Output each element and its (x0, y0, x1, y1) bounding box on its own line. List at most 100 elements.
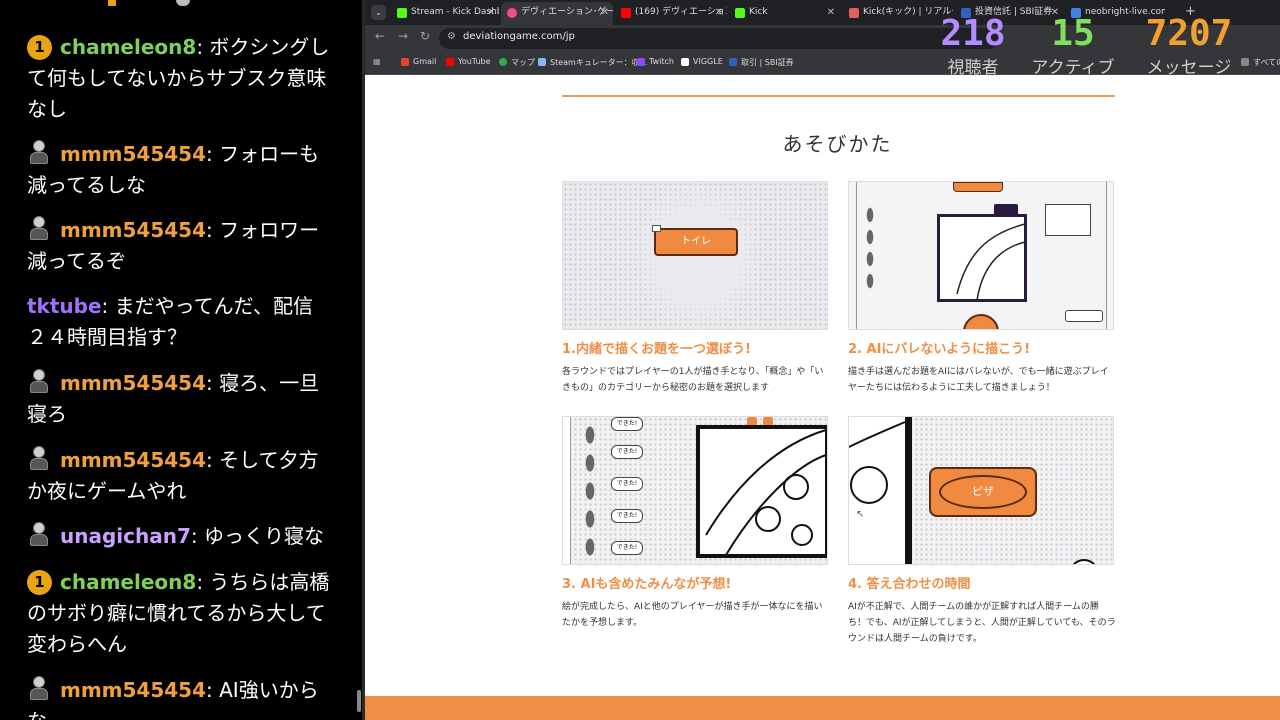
user-avatar-icon (27, 522, 51, 546)
chat-message: mmm545454: フォロワー減ってるぞ (27, 215, 332, 277)
forward-icon[interactable]: → (398, 29, 408, 43)
tab-stream-kick-dashboard[interactable]: Stream - Kick Dashb ✕ (391, 2, 499, 25)
page-content: あそびかた トイレ 1.内緒で描くお題を一つ選ぼう! 各ラウンドではプレイヤーの… (365, 76, 1280, 720)
top-mark (176, 0, 190, 6)
chat-message: mmm545454: そして夕方か夜にゲームやれ (27, 445, 332, 507)
step-4-title: 4. 答え合わせの時間 (848, 577, 971, 592)
bookmark-steam-curator[interactable]: Steamキュレーター：収... (538, 57, 647, 68)
step-1-description: 各ラウンドではプレイヤーの1人が描き手となり、「概念」や「いきもの」のカテゴリー… (562, 367, 824, 393)
chat-username[interactable]: unagichan7 (60, 524, 191, 548)
chat-scrollbar[interactable] (357, 690, 361, 712)
chat-panel: 1 chameleon8: ボクシングして何もしてないからサブスク意味なし mmm… (0, 0, 362, 720)
chat-username[interactable]: tktube (27, 294, 102, 318)
step-1-title: 1.内緒で描くお題を一つ選ぼう! (562, 342, 751, 357)
message-count-value: 7207 (1145, 13, 1233, 54)
step-2-description: 描き手は選んだお題をAIにはバレないが、でも一緒に遊ぶプレイヤーたちには伝わるよ… (848, 367, 1109, 393)
section-title: あそびかた (782, 132, 893, 156)
message-count: 7207 メッセージ (1139, 14, 1239, 79)
step-4-image: ピザ ↖ (848, 416, 1114, 565)
kick-icon (735, 8, 745, 18)
bookmark-maps[interactable]: マップ (499, 57, 535, 68)
close-icon[interactable]: ✕ (601, 2, 609, 23)
bookmark-label: マップ (511, 58, 535, 67)
viewer-count-label: 視聴者 (947, 58, 999, 78)
bookmark-label: Gmail (413, 57, 437, 66)
bookmark-viggle[interactable]: VIGGLE (681, 57, 723, 66)
step-1-image: トイレ (562, 181, 828, 330)
back-icon[interactable]: ← (375, 29, 385, 43)
chat-username[interactable]: mmm545454 (60, 371, 206, 395)
top-mark (108, 0, 116, 6)
step-3-description: 絵が完成したら、AIと他のプレイヤーが描き手が一体なにを描いたかを予想します。 (562, 602, 823, 628)
maps-icon (499, 58, 507, 66)
bookmark-label: Twitch (649, 57, 674, 66)
apps-icon[interactable]: ▦ (373, 57, 381, 66)
chat-username[interactable]: chameleon8 (60, 570, 196, 594)
chat-message: mmm545454: AI強いからな (27, 675, 332, 720)
bookmark-label: VIGGLE (693, 57, 723, 66)
tab-label: Kick (749, 7, 768, 17)
divider (562, 95, 1115, 97)
chat-username[interactable]: mmm545454 (60, 142, 206, 166)
folder-icon (1241, 58, 1249, 66)
all-bookmarks[interactable]: すべての (1241, 57, 1280, 68)
bookmark-sbi-trade[interactable]: 取引 | SBI証券 (729, 57, 794, 68)
user-avatar-icon (27, 446, 51, 470)
chat-message: mmm545454: フォローも減ってるしな (27, 139, 332, 201)
answer-card: ピザ (929, 467, 1037, 517)
kick-icon (397, 8, 407, 18)
step-3-image: できた! できた! できた! できた! できた! (562, 416, 828, 565)
close-icon[interactable]: ✕ (715, 2, 723, 23)
close-icon[interactable]: ✕ (487, 2, 495, 23)
chat-username[interactable]: chameleon8 (60, 35, 196, 59)
chat-username[interactable]: mmm545454 (60, 678, 206, 702)
active-count: 15 アクティブ (1025, 14, 1121, 79)
bookmark-label: YouTube (458, 57, 491, 66)
user-avatar-icon (27, 676, 51, 700)
chat-message: tktube: まだやってんだ、配信２４時間目指す？ (27, 291, 332, 353)
pizza-drawing (705, 429, 827, 556)
step-4-description: AIが不正解で、人間チームの誰かが正解すれば人間チームの勝ち！でも、AIが正解し… (848, 602, 1116, 644)
subscriber-badge: 1 (27, 35, 52, 60)
viewer-count-value: 218 (940, 13, 1006, 54)
steam-icon (538, 58, 546, 66)
tab-youtube[interactable]: (169) デヴィエーション･✕ (615, 2, 727, 25)
deviation-game-icon (507, 8, 517, 18)
reload-icon[interactable]: ↻ (420, 29, 430, 43)
viggle-icon (681, 58, 689, 66)
bookmark-label: 取引 | SBI証券 (741, 58, 794, 67)
chat-text: : ゆっくり寝な (190, 524, 324, 548)
step-3-title: 3. AIも含めたみんなが予想! (562, 577, 732, 592)
chat-username[interactable]: mmm545454 (60, 218, 206, 242)
chat-message: 1 chameleon8: ボクシングして何もしてないからサブスク意味なし (27, 32, 332, 125)
youtube-icon (446, 58, 454, 66)
bookmark-label: すべての (1253, 58, 1280, 67)
step-2-title: 2. AIにバレないように描こう! (848, 342, 1031, 357)
tab-kick[interactable]: Kick ✕ (729, 2, 841, 25)
bookmark-label: Steamキュレーター：収... (550, 58, 648, 67)
user-avatar-icon (27, 140, 51, 164)
tab-deviation-game[interactable]: デヴィエーション･ゲーム✕ (501, 2, 613, 25)
mouse-cursor-icon: ↖ (856, 509, 865, 520)
topic-card: トイレ (654, 228, 738, 256)
youtube-icon (621, 8, 631, 18)
address-bar[interactable]: ⚙ deviationgame.com/jp (439, 28, 999, 49)
chat-message: 1 chameleon8: うちらは高橋のサボり癖に慣れてるから大して変わらへん (27, 567, 332, 660)
site-settings-icon[interactable]: ⚙ (447, 31, 456, 42)
message-count-label: メッセージ (1146, 58, 1232, 78)
chat-message: mmm545454: 寝ろ、一旦寝ろ (27, 368, 332, 430)
step-2-image (848, 181, 1114, 330)
viewer-count: 218 視聴者 (933, 14, 1013, 79)
chat-message: unagichan7: ゆっくり寝な (27, 521, 332, 552)
bookmark-youtube[interactable]: YouTube (446, 57, 491, 66)
subscriber-badge: 1 (27, 570, 52, 595)
close-icon[interactable]: ✕ (827, 2, 835, 23)
bookmark-gmail[interactable]: Gmail (401, 57, 436, 66)
chat-username[interactable]: mmm545454 (60, 448, 206, 472)
user-avatar-icon (27, 369, 51, 393)
kick-wiki-icon (849, 8, 859, 18)
browser-window: ⌄ Stream - Kick Dashb✕ デヴィエーション･ゲーム✕ (16… (365, 0, 1280, 720)
tab-search-button[interactable]: ⌄ (371, 5, 386, 20)
bookmark-twitch[interactable]: Twitch (637, 57, 674, 66)
user-avatar-icon (27, 216, 51, 240)
